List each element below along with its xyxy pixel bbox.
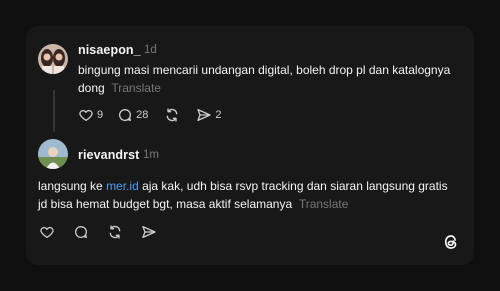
share-button[interactable]: 2 (196, 107, 222, 123)
comment-icon (117, 107, 133, 123)
heart-icon (39, 224, 55, 240)
thread-line (53, 90, 55, 132)
avatar[interactable] (38, 44, 68, 74)
thread-card: nisaepon_ 1d bingung masi mencarii undan… (26, 26, 474, 265)
like-button[interactable] (39, 224, 55, 240)
reply-button[interactable] (73, 224, 89, 240)
repost-icon (107, 224, 123, 240)
post-actions: 9 28 2 (78, 107, 222, 123)
post-text: langsung ke mer.id aja kak, udh bisa rsv… (38, 177, 448, 213)
translate-link[interactable]: Translate (111, 81, 161, 95)
post-username[interactable]: rievandrst (78, 148, 139, 162)
post-time: 1m (143, 149, 159, 161)
repost-icon (164, 107, 180, 123)
post-actions (39, 224, 157, 240)
repost-button[interactable] (164, 107, 180, 123)
mention-link[interactable]: mer.id (106, 179, 139, 193)
send-icon (196, 107, 212, 123)
reply-count: 28 (136, 109, 149, 121)
post-text: bingung masi mencarii undangan digital, … (78, 61, 468, 97)
send-icon (141, 224, 157, 240)
share-count: 2 (215, 109, 222, 121)
share-button[interactable] (141, 224, 157, 240)
post-username[interactable]: nisaepon_ (78, 43, 141, 57)
translate-link[interactable]: Translate (299, 197, 349, 211)
repost-button[interactable] (107, 224, 123, 240)
reply-button[interactable]: 28 (117, 107, 148, 123)
avatar[interactable] (38, 139, 68, 169)
post-time: 1d (144, 44, 157, 56)
like-count: 9 (97, 109, 104, 121)
comment-icon (73, 224, 89, 240)
heart-icon (78, 107, 94, 123)
threads-logo-icon[interactable] (442, 233, 460, 251)
post-text-content: langsung ke (38, 179, 107, 193)
like-button[interactable]: 9 (78, 107, 103, 123)
